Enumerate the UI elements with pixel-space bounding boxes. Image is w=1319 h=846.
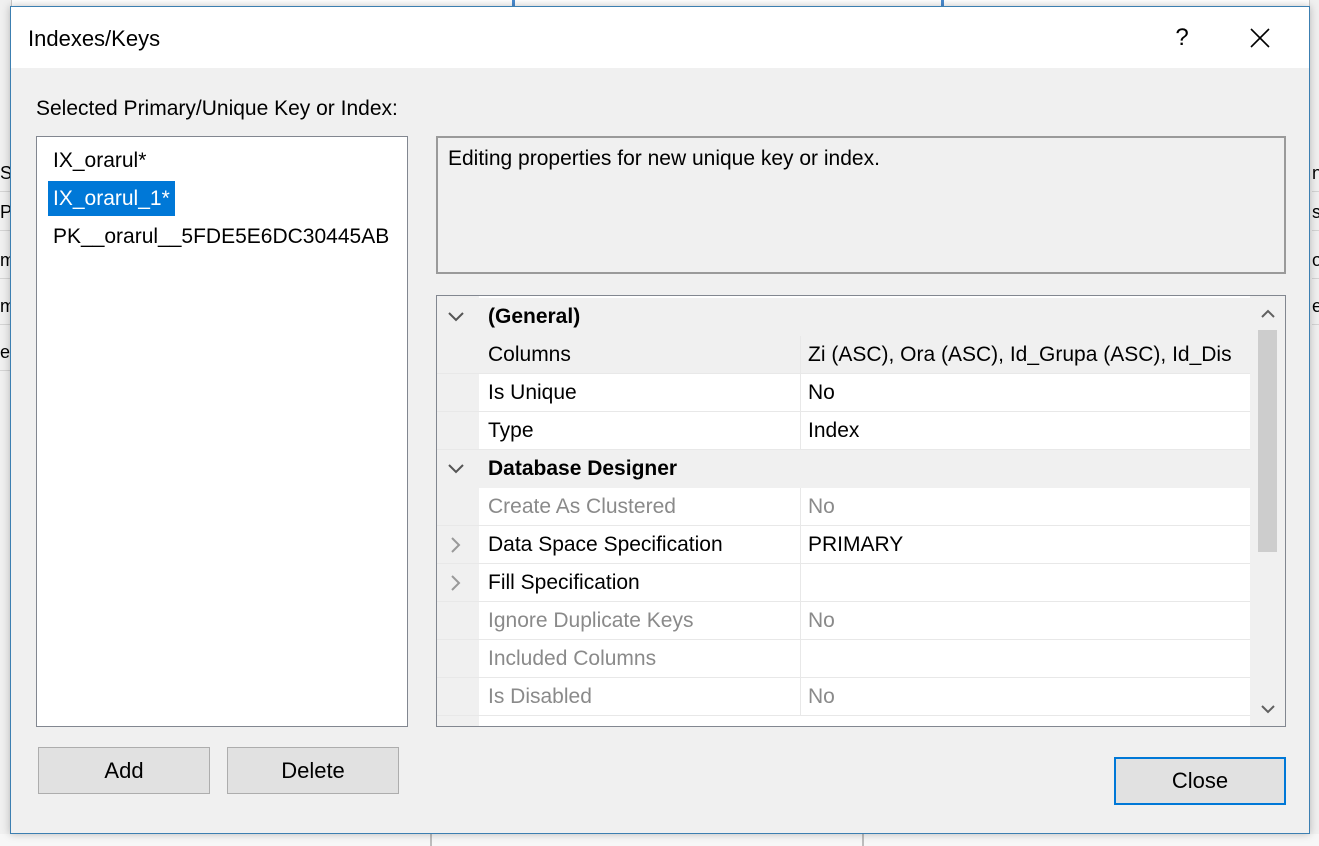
- property-value[interactable]: PRIMARY: [808, 526, 1250, 564]
- property-row-fill-specification[interactable]: Fill Specification: [437, 564, 1250, 602]
- indexes-keys-dialog: Indexes/Keys ? Selected Primary/Unique K…: [10, 6, 1310, 834]
- background-fragment: m: [0, 241, 10, 279]
- background-fragment: se: [1312, 193, 1319, 231]
- chevron-right-icon[interactable]: [445, 535, 467, 555]
- property-value[interactable]: No: [808, 678, 1250, 716]
- property-name: (General): [488, 305, 581, 328]
- help-button[interactable]: ?: [1147, 7, 1217, 68]
- property-row-is-disabled[interactable]: Is Disabled No: [437, 678, 1250, 716]
- property-row-ignore-duplicate-keys[interactable]: Ignore Duplicate Keys No: [437, 602, 1250, 640]
- chevron-down-icon: [1260, 704, 1275, 713]
- list-item[interactable]: PK__orarul__5FDE5E6DC30445AB: [48, 219, 394, 254]
- list-item-selected[interactable]: IX_orarul_1*: [48, 181, 175, 216]
- chevron-down-icon[interactable]: [445, 307, 467, 327]
- background-fragment: n: [1312, 154, 1319, 192]
- property-name: Is Disabled: [488, 685, 592, 708]
- property-value[interactable]: No: [808, 602, 1250, 640]
- property-name: Columns: [488, 343, 571, 366]
- property-value[interactable]: No: [808, 374, 1250, 412]
- property-name: Included Columns: [488, 647, 657, 670]
- delete-button[interactable]: Delete: [227, 747, 399, 794]
- property-row-included-columns[interactable]: Included Columns: [437, 640, 1250, 678]
- background-fragment: m: [0, 287, 10, 325]
- property-value[interactable]: No: [808, 488, 1250, 526]
- property-name: Data Space Specification: [488, 533, 723, 556]
- title-bar: Indexes/Keys ?: [11, 7, 1309, 68]
- list-item[interactable]: IX_orarul*: [48, 143, 151, 178]
- property-row-columns[interactable]: Columns Zi (ASC), Ora (ASC), Id_Grupa (A…: [437, 336, 1250, 374]
- close-window-button[interactable]: [1225, 7, 1295, 68]
- scroll-down-button[interactable]: [1250, 692, 1285, 726]
- background-fragment: Pr: [0, 193, 10, 231]
- category-database-designer[interactable]: Database Designer: [437, 450, 1250, 488]
- background-fragment: e: [0, 333, 10, 371]
- scroll-up-button[interactable]: [1250, 296, 1285, 330]
- background-window-right: n se o e: [1309, 0, 1319, 846]
- background-window-bottom: [0, 834, 1319, 846]
- property-row-create-as-clustered[interactable]: Create As Clustered No: [437, 488, 1250, 526]
- scroll-thumb[interactable]: [1258, 330, 1277, 552]
- description-text: Editing properties for new unique key or…: [448, 147, 880, 170]
- property-value[interactable]: Index: [808, 412, 1250, 450]
- background-fragment: e: [1312, 287, 1319, 325]
- description-box: Editing properties for new unique key or…: [436, 136, 1286, 274]
- background-fragment: S: [0, 154, 10, 192]
- keys-list-label: Selected Primary/Unique Key or Index:: [36, 97, 398, 120]
- category-general[interactable]: (General): [437, 298, 1250, 336]
- property-name: Ignore Duplicate Keys: [488, 609, 694, 632]
- property-grid[interactable]: (General) Columns Zi (ASC), Ora (ASC), I…: [436, 295, 1286, 727]
- property-row-type[interactable]: Type Index: [437, 412, 1250, 450]
- background-fragment: o: [1312, 241, 1319, 279]
- property-row-data-space-specification[interactable]: Data Space Specification PRIMARY: [437, 526, 1250, 564]
- dialog-title: Indexes/Keys: [28, 26, 161, 51]
- chevron-down-icon[interactable]: [445, 459, 467, 479]
- chevron-right-icon[interactable]: [445, 573, 467, 593]
- property-name: Database Designer: [488, 457, 678, 480]
- help-icon: ?: [1175, 23, 1189, 51]
- property-value[interactable]: Zi (ASC), Ora (ASC), Id_Grupa (ASC), Id_…: [808, 336, 1250, 374]
- property-name: Is Unique: [488, 381, 577, 404]
- add-button[interactable]: Add: [38, 747, 210, 794]
- property-name: Create As Clustered: [488, 495, 676, 518]
- property-name: Type: [488, 419, 534, 442]
- close-icon: [1250, 27, 1270, 48]
- property-row-is-unique[interactable]: Is Unique No: [437, 374, 1250, 412]
- keys-listbox[interactable]: IX_orarul* IX_orarul_1* PK__orarul__5FDE…: [36, 136, 408, 727]
- chevron-up-icon: [1260, 309, 1275, 318]
- close-button[interactable]: Close: [1114, 757, 1286, 805]
- property-name: Fill Specification: [488, 571, 640, 594]
- vertical-scrollbar[interactable]: [1250, 296, 1285, 726]
